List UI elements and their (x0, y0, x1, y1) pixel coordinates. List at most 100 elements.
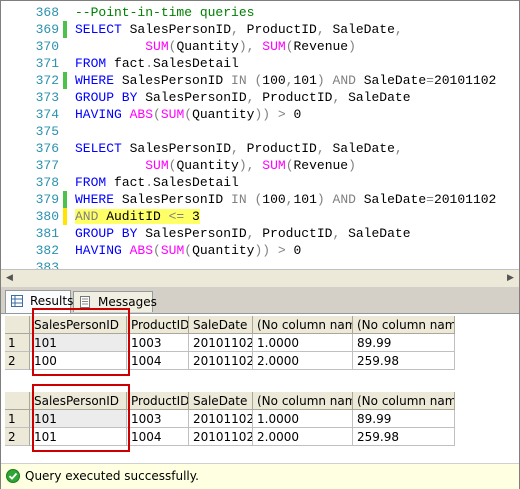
code-token: Quantity (192, 107, 255, 122)
column-header[interactable]: ProductID (127, 316, 189, 334)
change-marker (63, 191, 67, 208)
code-token: FROM (75, 56, 107, 71)
code-token: > (277, 107, 286, 122)
code-token: 100 (262, 73, 286, 88)
code-token: AND (332, 73, 356, 88)
messages-icon (80, 296, 90, 308)
code-token: SalesPersonID (121, 22, 232, 37)
code-line[interactable]: 368 --Point-in-time queries (1, 4, 519, 21)
code-token: 0 (285, 243, 302, 258)
column-header[interactable]: (No column name) (253, 392, 353, 410)
line-number: 372 (35, 73, 59, 88)
code-line[interactable]: 373 GROUP BY SalesPersonID, ProductID, Sa… (1, 89, 519, 106)
grid-cell[interactable]: 1004 (127, 428, 189, 446)
column-header[interactable]: (No column name) (353, 392, 455, 410)
code-token: Quantity (192, 243, 255, 258)
code-line[interactable]: 376 SELECT SalesPersonID, ProductID, Sale… (1, 140, 519, 157)
code-token: SalesDetail (153, 56, 239, 71)
code-token: , (316, 141, 325, 156)
code-line[interactable]: 383 (1, 259, 519, 269)
code-line[interactable]: 377 SUM(Quantity), SUM(Revenue) (1, 157, 519, 174)
code-line[interactable]: 375 (1, 123, 519, 140)
code-token: ABS (129, 107, 154, 122)
code-token: , (394, 22, 403, 37)
grid-cell[interactable]: 2.0000 (253, 352, 353, 370)
code-line[interactable]: 369 SELECT SalesPersonID, ProductID, Sale… (1, 21, 519, 38)
code-token: IN (231, 192, 247, 207)
code-line[interactable]: 382 HAVING ABS(SUM(Quantity)) > 0 (1, 242, 519, 259)
grid-cell[interactable]: 1003 (127, 410, 189, 428)
code-token: Revenue (293, 158, 349, 173)
code-text: AND AuditID <= 3 (75, 208, 200, 225)
scroll-left-arrow-icon[interactable]: ◀ (3, 272, 16, 284)
grid-cell[interactable]: 1.0000 (253, 334, 353, 352)
row-number[interactable]: 1 (5, 410, 30, 428)
code-text: HAVING ABS(SUM(Quantity)) > 0 (75, 242, 301, 259)
grid-cell[interactable]: 1.0000 (253, 410, 353, 428)
grid-cell[interactable]: 1003 (127, 334, 189, 352)
code-line[interactable]: 380 AND AuditID <= 3 (1, 208, 519, 225)
code-token: SUM (262, 39, 286, 54)
status-message: Query executed successfully. (25, 469, 199, 483)
scroll-right-arrow-icon[interactable]: ▶ (504, 272, 517, 284)
grid-cell[interactable]: 89.99 (353, 334, 455, 352)
column-header[interactable]: (No column name) (353, 316, 455, 334)
horizontal-scrollbar[interactable]: ◀ ▶ (1, 269, 519, 287)
line-number: 379 (35, 192, 59, 207)
code-token: ( (246, 73, 263, 88)
grid-cell[interactable]: 20101102 (189, 428, 253, 446)
code-token: , (316, 22, 325, 37)
code-token: SalesPersonID (137, 226, 247, 241)
grid-cell[interactable]: 259.98 (353, 428, 455, 446)
grid-cell[interactable]: 1004 (127, 352, 189, 370)
code-token: SUM (262, 158, 286, 173)
row-number[interactable]: 2 (5, 428, 30, 446)
column-header[interactable]: (No column name) (253, 316, 353, 334)
line-number: 370 (35, 39, 59, 54)
code-line[interactable]: 370 SUM(Quantity), SUM(Revenue) (1, 38, 519, 55)
code-line[interactable]: 379 WHERE SalesPersonID IN (100,101) AND … (1, 191, 519, 208)
grid-corner[interactable] (5, 316, 30, 334)
line-number: 378 (35, 175, 59, 190)
grid-cell[interactable]: 89.99 (353, 410, 455, 428)
line-number: 369 (35, 22, 59, 37)
code-text: WHERE SalesPersonID IN (100,101) AND Sal… (75, 72, 496, 89)
code-text: SUM(Quantity), SUM(Revenue) (75, 157, 356, 174)
column-header[interactable]: SaleDate (189, 392, 253, 410)
code-token: SELECT (75, 141, 122, 156)
grid-cell[interactable]: 20101102 (189, 334, 253, 352)
sql-editor[interactable]: 368 --Point-in-time queries 369 SELECT Sale… (1, 1, 519, 269)
success-check-icon (6, 469, 20, 483)
grid-cell[interactable]: 20101102 (189, 410, 253, 428)
code-line[interactable]: 378 FROM fact.SalesDetail (1, 174, 519, 191)
grid-corner[interactable] (5, 392, 30, 410)
column-header[interactable]: ProductID (127, 392, 189, 410)
code-token: ProductID (254, 90, 333, 105)
code-token: SaleDate (355, 73, 427, 88)
code-token: IN (231, 73, 247, 88)
line-number: 380 (35, 209, 59, 224)
line-number: 377 (35, 158, 59, 173)
grid-cell[interactable]: 259.98 (353, 352, 455, 370)
grid-cell[interactable]: 2.0000 (253, 428, 353, 446)
row-number[interactable]: 2 (5, 352, 30, 370)
code-line[interactable]: 372 WHERE SalesPersonID IN (100,101) AND … (1, 72, 519, 89)
column-header[interactable]: SaleDate (189, 316, 253, 334)
grid-cell[interactable]: 20101102 (189, 352, 253, 370)
code-line[interactable]: 371 FROM fact.SalesDetail (1, 55, 519, 72)
code-token: SELECT (75, 22, 122, 37)
code-token: . (145, 175, 154, 190)
row-number[interactable]: 1 (5, 334, 30, 352)
code-line[interactable]: 381 GROUP BY SalesPersonID, ProductID, Sa… (1, 225, 519, 242)
code-line[interactable]: 374 HAVING ABS(SUM(Quantity)) > 0 (1, 106, 519, 123)
code-token: ( (184, 243, 193, 258)
line-number: 383 (35, 260, 59, 269)
code-token: AuditID (98, 209, 169, 224)
code-token: Quantity (176, 158, 239, 173)
code-text: SELECT SalesPersonID, ProductID, SaleDat… (75, 21, 403, 38)
code-token: , (231, 141, 239, 156)
code-text: WHERE SalesPersonID IN (100,101) AND Sal… (75, 191, 496, 208)
code-token: SalesPersonID (114, 73, 232, 88)
